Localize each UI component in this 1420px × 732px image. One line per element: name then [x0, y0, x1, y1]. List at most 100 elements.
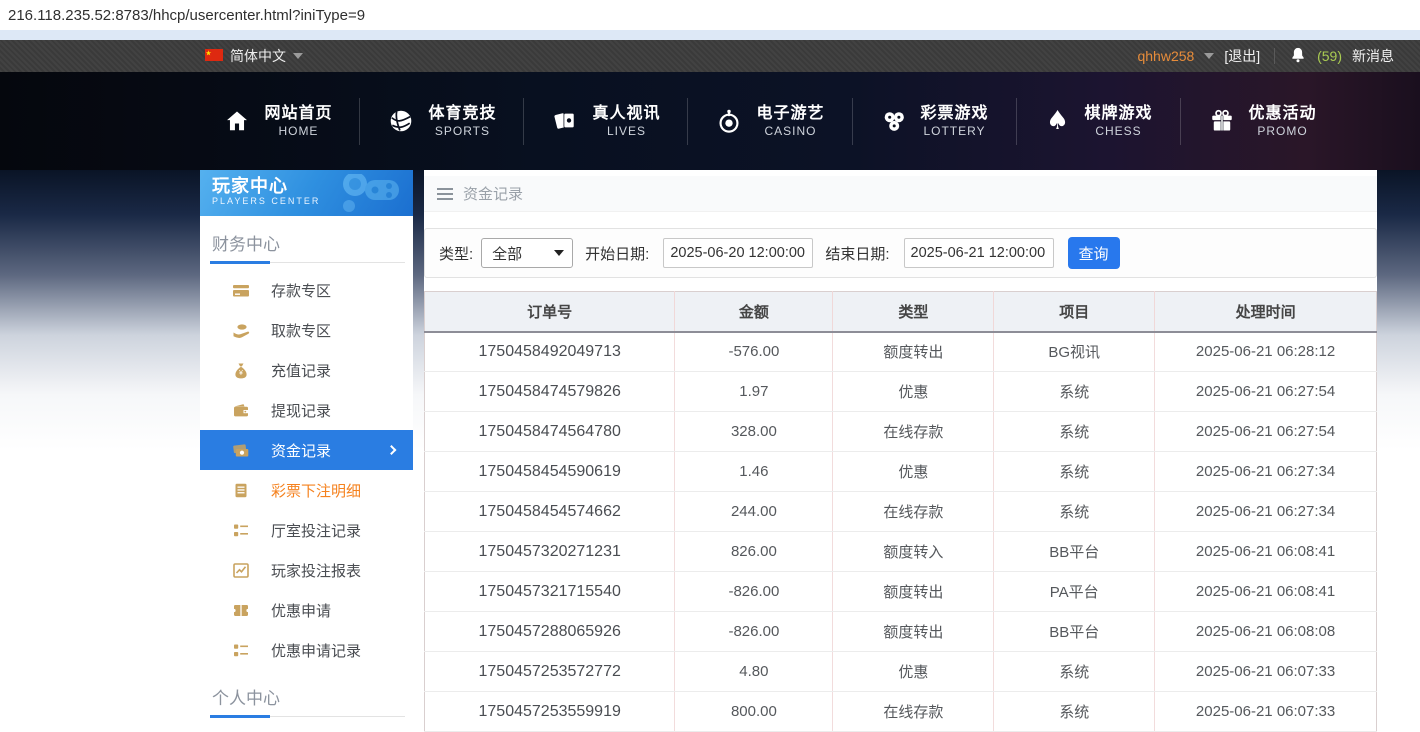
nav-item-sports[interactable]: 体育竞技SPORTS: [360, 98, 524, 145]
nav-item-home[interactable]: 网站首页HOME: [196, 98, 360, 145]
end-date-input[interactable]: [904, 238, 1054, 268]
hamburger-icon[interactable]: [437, 193, 453, 195]
table-cell: 在线存款: [833, 412, 994, 452]
funds-record-table: 订单号金额类型项目处理时间 1750458492049713-576.00额度转…: [424, 291, 1377, 732]
document-icon: [232, 482, 250, 499]
table-row: 1750457320271231826.00额度转入BB平台2025-06-21…: [425, 532, 1377, 572]
divider: [1274, 48, 1275, 64]
table-row: 1750457321715540-826.00额度转出PA平台2025-06-2…: [425, 572, 1377, 612]
logout-link[interactable]: [退出]: [1224, 46, 1260, 66]
sidebar-item-promo-apply-record[interactable]: 优惠申请记录: [200, 630, 413, 670]
browser-edge-strip: [0, 30, 1420, 40]
table-cell: 2025-06-21 06:08:41: [1155, 572, 1377, 612]
filter-bar: 类型: 全部 开始日期: 结束日期: 查询: [424, 228, 1377, 278]
sidebar-item-personal-partial[interactable]: [200, 724, 413, 732]
top-account-bar: 简体中文 qhhw258 [退出] (59) 新消息: [0, 40, 1420, 72]
table-cell: 额度转出: [833, 332, 994, 372]
sidebar-item-label: 提现记录: [271, 400, 331, 421]
svg-text:¥: ¥: [239, 370, 243, 377]
nav-item-casino[interactable]: 电子游艺CASINO: [688, 98, 852, 145]
roulette-icon: [715, 107, 743, 135]
table-cell: 2025-06-21 06:27:54: [1155, 412, 1377, 452]
money-bag-icon: ¥: [232, 362, 250, 379]
china-flag-icon: [205, 48, 223, 64]
table-cell: 系统: [994, 652, 1155, 692]
bell-icon[interactable]: [1289, 46, 1307, 67]
table-cell: 1750458474564780: [425, 412, 675, 452]
language-label: 简体中文: [230, 46, 286, 66]
table-cell: 328.00: [675, 412, 833, 452]
page-background: 玩家中心 PLAYERS CENTER 财务中心存款专区取款专区¥充值记录提现记…: [0, 170, 1420, 732]
sidebar-item-funds-record[interactable]: 资金记录: [200, 430, 413, 470]
section-divider: [210, 715, 405, 718]
table-cell: 1750458474579826: [425, 372, 675, 412]
money-record-icon: [232, 442, 250, 459]
sidebar-item-label: 厅室投注记录: [271, 520, 361, 541]
bank-card-icon: [232, 282, 250, 299]
nav-item-lottery[interactable]: 彩票游戏LOTTERY: [853, 98, 1017, 145]
sidebar-item-hall-bet-record[interactable]: 厅室投注记录: [200, 510, 413, 550]
search-button[interactable]: 查询: [1068, 237, 1120, 269]
message-count[interactable]: (59): [1317, 48, 1342, 64]
table-row: 1750458454574662244.00在线存款系统2025-06-21 0…: [425, 492, 1377, 532]
type-select[interactable]: 全部: [481, 238, 573, 268]
nav-item-label: 电子游艺CASINO: [756, 104, 824, 139]
table-cell: 1750457320271231: [425, 532, 675, 572]
table-cell: 1750458454574662: [425, 492, 675, 532]
column-header: 处理时间: [1155, 292, 1377, 332]
sidebar-item-recharge-record[interactable]: ¥充值记录: [200, 350, 413, 390]
table-cell: 优惠: [833, 652, 994, 692]
table-cell: 额度转入: [833, 532, 994, 572]
table-cell: 优惠: [833, 372, 994, 412]
browser-url-bar[interactable]: 216.118.235.52:8783/hhcp/usercenter.html…: [0, 0, 1420, 30]
table-cell: 额度转出: [833, 612, 994, 652]
chevron-down-icon: [293, 53, 303, 59]
table-row: 1750458492049713-576.00额度转出BG视讯2025-06-2…: [425, 332, 1377, 372]
main-nav: 网站首页HOME 体育竞技SPORTS真人视讯LIVES 电子游艺CASINO 彩票游…: [0, 72, 1420, 170]
wallet-icon: [232, 402, 250, 419]
start-date-input[interactable]: [663, 238, 813, 268]
nav-item-chess[interactable]: ♠棋牌游戏CHESS: [1017, 98, 1181, 145]
message-label[interactable]: 新消息: [1352, 46, 1394, 66]
sidebar-item-label: 彩票下注明细: [271, 480, 361, 501]
nav-item-lives[interactable]: 真人视讯LIVES: [524, 98, 688, 145]
sidebar-item-deposit-zone[interactable]: 存款专区: [200, 270, 413, 310]
table-cell: 2025-06-21 06:07:33: [1155, 652, 1377, 692]
coupon-icon: [232, 602, 250, 619]
table-cell: 1750458454590619: [425, 452, 675, 492]
table-cell: 4.80: [675, 652, 833, 692]
start-date-label: 开始日期:: [585, 243, 649, 264]
sidebar-item-label: 取款专区: [271, 320, 331, 341]
language-selector[interactable]: 简体中文: [205, 46, 303, 66]
sidebar-item-label: 玩家投注报表: [271, 560, 361, 581]
table-cell: PA平台: [994, 572, 1155, 612]
table-cell: 系统: [994, 412, 1155, 452]
sidebar-item-lottery-bet-detail[interactable]: 彩票下注明细: [200, 470, 413, 510]
table-cell: 800.00: [675, 692, 833, 732]
table-cell: 2025-06-21 06:08:41: [1155, 532, 1377, 572]
sidebar-item-player-bet-report[interactable]: 玩家投注报表: [200, 550, 413, 590]
nav-item-promo[interactable]: 优惠活动PROMO: [1181, 98, 1344, 145]
nav-item-label: 网站首页HOME: [264, 104, 332, 139]
breadcrumb: 资金记录: [424, 176, 1377, 212]
chevron-right-icon: [387, 445, 397, 455]
table-cell: 2025-06-21 06:07:33: [1155, 692, 1377, 732]
list-icon: [232, 642, 250, 659]
table-row: 1750457253559919800.00在线存款系统2025-06-21 0…: [425, 692, 1377, 732]
column-header: 类型: [833, 292, 994, 332]
chart-icon: [232, 562, 250, 579]
nav-item-label: 彩票游戏LOTTERY: [921, 104, 989, 139]
cards-icon: [551, 107, 579, 135]
table-row: 1750457288065926-826.00额度转出BB平台2025-06-2…: [425, 612, 1377, 652]
sidebar-item-promo-apply[interactable]: 优惠申请: [200, 590, 413, 630]
chevron-down-icon[interactable]: [1204, 53, 1214, 59]
username-menu[interactable]: qhhw258: [1137, 48, 1194, 64]
sidebar-item-withdraw-record[interactable]: 提现记录: [200, 390, 413, 430]
table-cell: 2025-06-21 06:08:08: [1155, 612, 1377, 652]
table-cell: 额度转出: [833, 572, 994, 612]
table-row: 17504584745798261.97优惠系统2025-06-21 06:27…: [425, 372, 1377, 412]
table-cell: 2025-06-21 06:27:54: [1155, 372, 1377, 412]
table-cell: 1750457253559919: [425, 692, 675, 732]
sidebar-item-withdraw-zone[interactable]: 取款专区: [200, 310, 413, 350]
breadcrumb-title: 资金记录: [463, 183, 523, 204]
